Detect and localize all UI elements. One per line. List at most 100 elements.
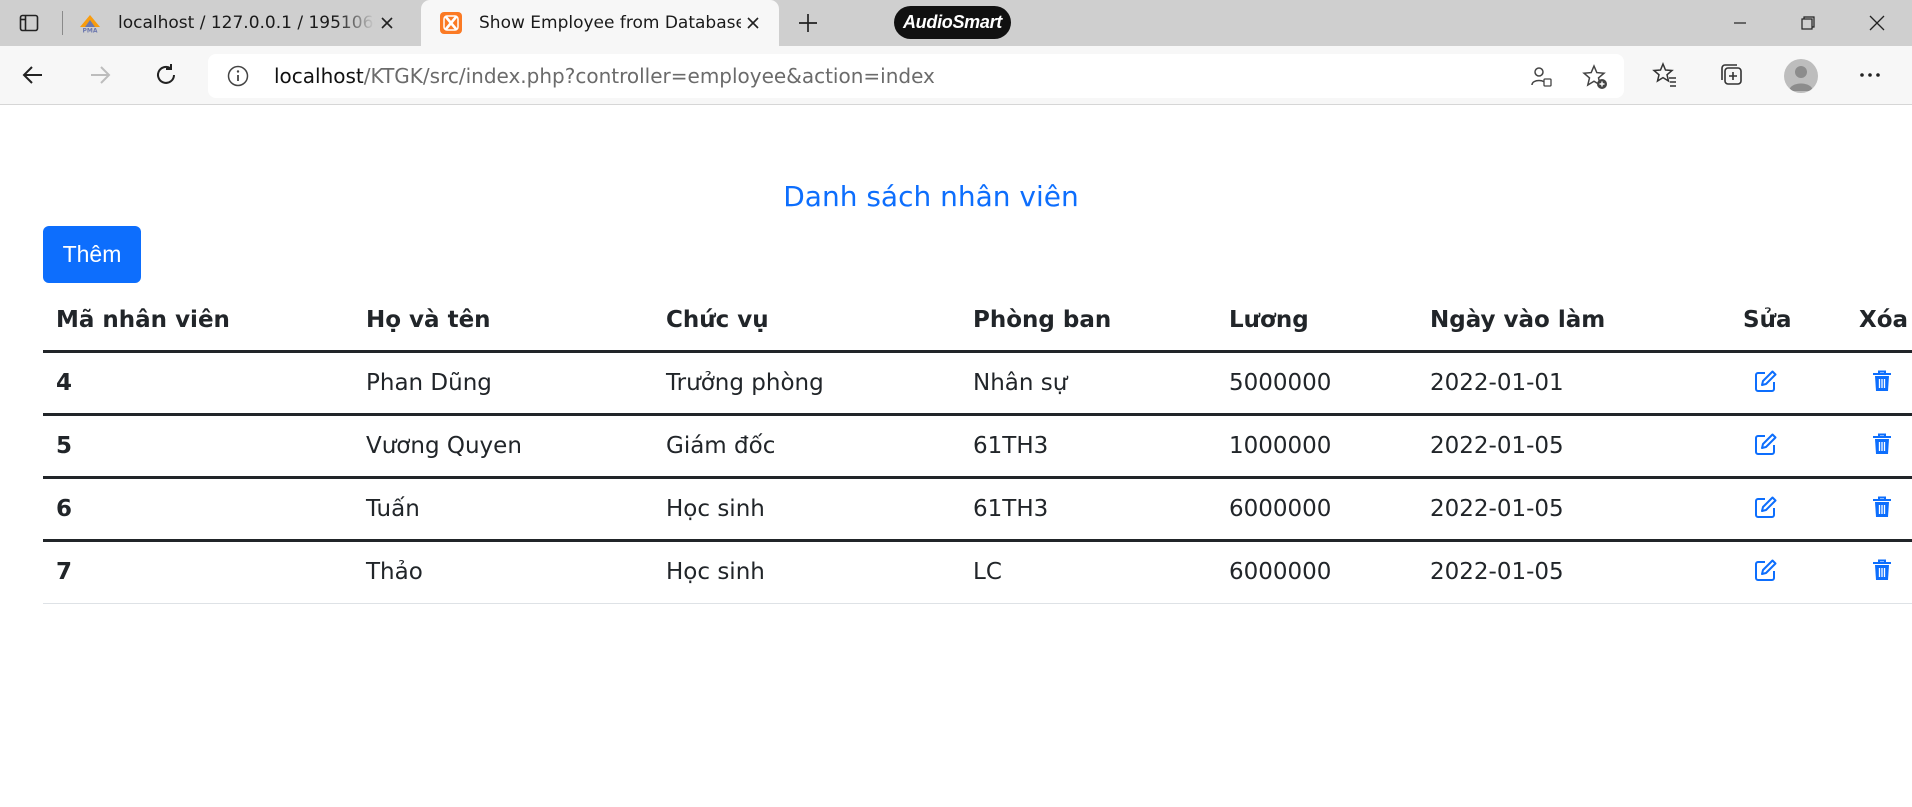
edit-icon[interactable] [1752, 556, 1780, 584]
edit-icon[interactable] [1752, 493, 1780, 521]
edit-icon[interactable] [1752, 430, 1780, 458]
employee-name: Vương Quyen [366, 432, 522, 459]
employee-position: Trưởng phòng [666, 369, 824, 396]
trash-icon[interactable] [1868, 556, 1896, 584]
page-title: Danh sách nhân viên [783, 180, 1079, 213]
back-button[interactable] [13, 57, 53, 93]
employee-start-date: 2022-01-05 [1430, 559, 1564, 585]
close-icon[interactable] [741, 11, 765, 35]
edit-icon[interactable] [1752, 367, 1780, 395]
column-header: Chức vụ [666, 307, 769, 334]
forward-button[interactable] [80, 57, 120, 93]
trash-icon[interactable] [1868, 430, 1896, 458]
tab-actions-icon [19, 14, 39, 32]
column-header: Phòng ban [973, 307, 1112, 334]
profile-avatar[interactable] [1784, 59, 1818, 93]
restore-icon [1801, 16, 1815, 30]
favorites-icon [1652, 62, 1676, 87]
arrow-right-icon [91, 66, 111, 84]
page-content: Danh sách nhân viên Thêm Mã nhân viên Họ… [0, 106, 1912, 807]
employee-salary: 6000000 [1229, 495, 1332, 522]
tab-separator [62, 11, 63, 35]
favorites-button[interactable] [1645, 57, 1685, 93]
browser-toolbar: localhost/KTGK/src/index.php?controller=… [0, 46, 1912, 105]
column-header: Xóa [1859, 307, 1909, 334]
table-header-row: Mã nhân viên Họ và tên Chức vụ Phòng ban… [43, 291, 1912, 351]
url-host: localhost [274, 64, 364, 88]
more-horizontal-icon [1860, 73, 1880, 77]
column-header: Ngày vào làm [1430, 307, 1606, 334]
table-row: 6 Tuấn Học sinh 61TH3 6000000 2022-01-05 [43, 477, 1912, 540]
edit-cell [1730, 540, 1846, 603]
url-path: /KTGK/src/index.php?controller=employee&… [363, 64, 935, 88]
reload-button[interactable] [146, 57, 186, 93]
column-header: Sửa [1743, 307, 1792, 334]
collections-button[interactable] [1712, 57, 1752, 93]
url-text[interactable]: localhost/KTGK/src/index.php?controller=… [274, 54, 935, 98]
tab-strip: PMA localhost / 127.0.0.1 / 195106090 Sh… [0, 0, 1912, 46]
audiosmart-extension-badge[interactable]: AudioSmart [894, 6, 1011, 39]
employee-id: 6 [56, 495, 73, 522]
employee-start-date: 2022-01-05 [1430, 495, 1564, 522]
employee-department: 61TH3 [973, 432, 1049, 459]
delete-cell [1846, 477, 1912, 540]
tab-phpmyadmin[interactable]: PMA localhost / 127.0.0.1 / 195106090 [76, 0, 409, 46]
minimize-icon [1734, 22, 1746, 24]
close-icon [1869, 15, 1885, 31]
tab-title: localhost / 127.0.0.1 / 195106090 [118, 13, 375, 33]
employee-id: 5 [56, 432, 73, 459]
employee-name: Thảo [366, 559, 423, 585]
trash-icon[interactable] [1868, 367, 1896, 395]
delete-cell [1846, 540, 1912, 603]
delete-cell [1846, 351, 1912, 414]
employee-id: 7 [56, 559, 73, 585]
employee-position: Giám đốc [666, 432, 776, 459]
address-bar[interactable]: localhost/KTGK/src/index.php?controller=… [208, 54, 1624, 98]
phpmyadmin-icon: PMA [78, 11, 102, 35]
close-icon[interactable] [375, 11, 399, 35]
new-tab-button[interactable] [790, 8, 826, 38]
edit-cell [1730, 477, 1846, 540]
arrow-left-icon [22, 66, 42, 84]
table-row: 5 Vương Quyen Giám đốc 61TH3 1000000 202… [43, 414, 1912, 477]
minimize-button[interactable] [1706, 0, 1774, 46]
employee-department: LC [973, 559, 1002, 585]
user-icon [1789, 66, 1813, 91]
employee-id: 4 [56, 369, 73, 396]
employee-salary: 5000000 [1229, 369, 1332, 396]
delete-cell [1846, 414, 1912, 477]
add-favorite-icon[interactable] [1580, 62, 1610, 92]
add-employee-button[interactable]: Thêm [43, 226, 141, 283]
employee-table: Mã nhân viên Họ và tên Chức vụ Phòng ban… [43, 291, 1912, 604]
plus-icon [799, 14, 817, 32]
tab-actions-button[interactable] [9, 8, 49, 38]
employee-salary: 1000000 [1229, 432, 1332, 459]
column-header: Họ và tên [366, 307, 491, 334]
profile-read-icon[interactable] [1526, 62, 1556, 92]
edit-cell [1730, 414, 1846, 477]
restore-button[interactable] [1774, 0, 1842, 46]
window-close-button[interactable] [1843, 0, 1911, 46]
table-row: 4 Phan Dũng Trưởng phòng Nhân sự 5000000… [43, 351, 1912, 414]
trash-icon[interactable] [1868, 493, 1896, 521]
svg-text:PMA: PMA [82, 28, 97, 34]
employee-position: Học sinh [666, 495, 765, 522]
column-header: Mã nhân viên [56, 307, 230, 334]
employee-department: 61TH3 [973, 495, 1049, 522]
xampp-icon [439, 11, 463, 35]
column-header: Lương [1229, 307, 1309, 334]
table-row: 7 Thảo Học sinh LC 6000000 2022-01-05 [43, 540, 1912, 603]
settings-menu-button[interactable] [1850, 57, 1890, 93]
tab-title: Show Employee from Database [479, 13, 741, 33]
edit-cell [1730, 351, 1846, 414]
collections-icon [1721, 64, 1742, 85]
info-icon[interactable] [226, 64, 250, 88]
employee-start-date: 2022-01-05 [1430, 432, 1564, 459]
tab-active-employee[interactable]: Show Employee from Database [421, 0, 779, 46]
employee-department: Nhân sự [973, 369, 1068, 396]
reload-icon [157, 64, 175, 84]
employee-name: Tuấn [366, 495, 420, 522]
employee-start-date: 2022-01-01 [1430, 369, 1564, 396]
employee-position: Học sinh [666, 559, 765, 585]
employee-name: Phan Dũng [366, 369, 492, 396]
